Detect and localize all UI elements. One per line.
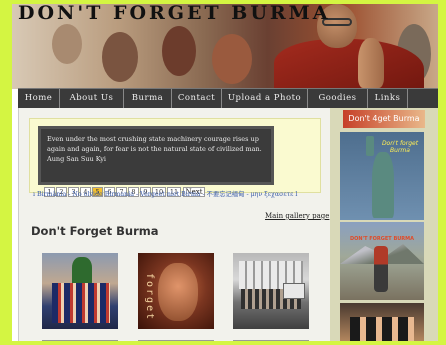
christmas-tree bbox=[72, 257, 92, 283]
nav-contact[interactable]: Contact bbox=[172, 89, 222, 108]
gallery-thumb-portrait[interactable]: forget bbox=[138, 253, 214, 329]
praying-hands bbox=[358, 38, 384, 88]
person bbox=[374, 246, 388, 292]
nav-burma[interactable]: Burma bbox=[124, 89, 172, 108]
crowd-figure bbox=[162, 26, 196, 76]
gallery-thumb-row2[interactable] bbox=[42, 340, 118, 341]
gallery-thumb-row2[interactable] bbox=[138, 340, 214, 341]
quote-box: Even under the most crushing state machi… bbox=[38, 126, 274, 185]
section-title: Don't Forget Burma bbox=[31, 224, 159, 238]
nav-home[interactable]: Home bbox=[18, 89, 60, 108]
language-links[interactable]: ı Birmânia - No olvide Birmania - Vergee… bbox=[33, 189, 297, 198]
page-frame: DON'T FORGET BURMA Home About Us Burma C… bbox=[12, 4, 438, 341]
quote-text: Even under the most crushing state machi… bbox=[47, 135, 262, 163]
sidebar-photo-mountain[interactable]: DON'T FORGET BURMA bbox=[340, 222, 424, 300]
nav-links[interactable]: Links bbox=[368, 89, 408, 108]
main-nav: Home About Us Burma Contact Upload a Pho… bbox=[18, 88, 438, 108]
header-banner: DON'T FORGET BURMA bbox=[12, 4, 438, 89]
statue-figure bbox=[372, 152, 394, 218]
torch-arm bbox=[366, 136, 374, 156]
main-gallery-link[interactable]: Main gallery page bbox=[265, 212, 329, 220]
nav-goodies[interactable]: Goodies bbox=[308, 89, 368, 108]
crowd-figure bbox=[212, 34, 252, 84]
sidebar-caption: DON'T FORGET BURMA bbox=[349, 236, 415, 242]
nav-about-us[interactable]: About Us bbox=[60, 89, 124, 108]
crowd-figure bbox=[102, 32, 138, 82]
banner-sign bbox=[283, 283, 305, 299]
gallery-thumb-row2[interactable] bbox=[233, 340, 309, 341]
sidebar-banner[interactable]: Don't 4get Burma bbox=[343, 110, 425, 128]
group-people bbox=[350, 317, 414, 341]
sidebar: Don't 4get Burma Don't forget Burma DON'… bbox=[330, 108, 438, 341]
sidebar-photo-statue-of-liberty[interactable]: Don't forget Burma bbox=[340, 132, 424, 220]
quote-panel: Even under the most crushing state machi… bbox=[29, 118, 321, 197]
gallery-thumb-group-steps[interactable] bbox=[233, 253, 309, 329]
site-title[interactable]: DON'T FORGET BURMA bbox=[18, 4, 330, 24]
group-photo bbox=[52, 283, 110, 323]
crowd-figure bbox=[52, 24, 82, 64]
thumb-caption: forget bbox=[144, 273, 155, 322]
main-content: Even under the most crushing state machi… bbox=[18, 108, 330, 341]
gallery-thumb-children[interactable] bbox=[42, 253, 118, 329]
sidebar-caption: Don't forget Burma bbox=[381, 140, 419, 154]
nav-upload-photo[interactable]: Upload a Photo bbox=[222, 89, 308, 108]
face bbox=[158, 263, 198, 321]
sidebar-photo-group[interactable] bbox=[340, 303, 424, 341]
